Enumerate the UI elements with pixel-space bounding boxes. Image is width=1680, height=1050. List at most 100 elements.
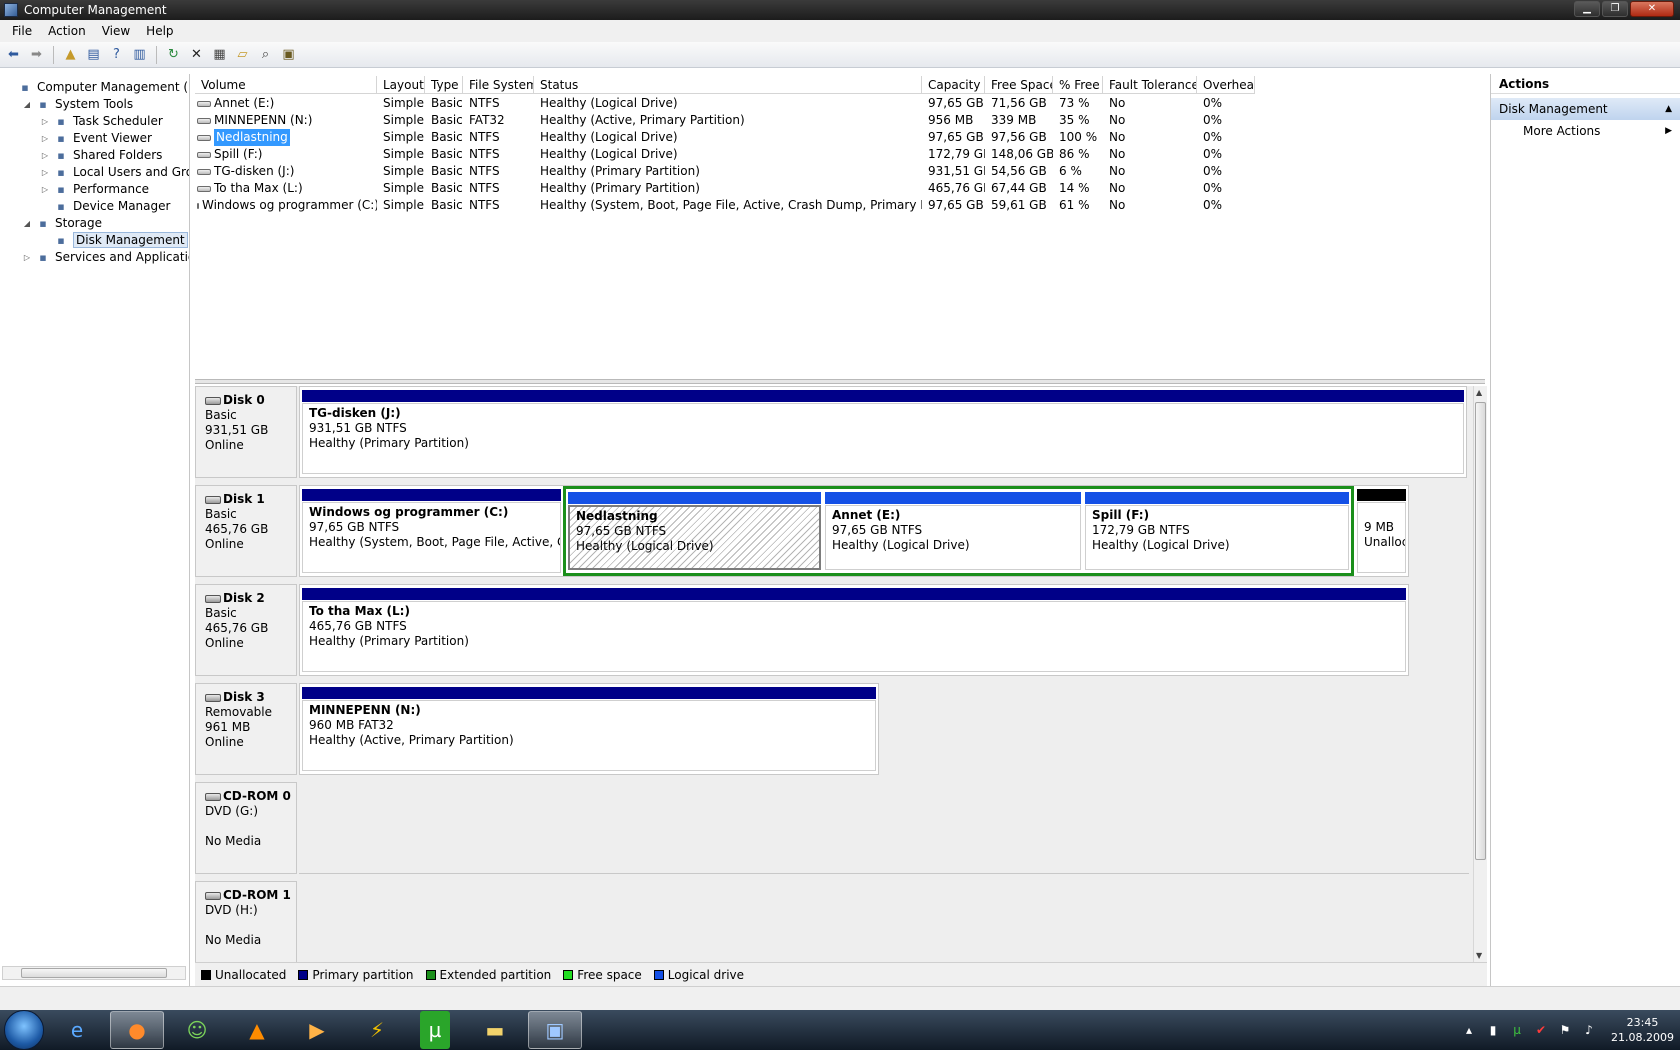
tree-item-system-tools[interactable]: ◢ ▪ System Tools xyxy=(22,95,133,113)
expand-arrow-icon[interactable]: ▷ xyxy=(40,185,50,194)
partition-spill[interactable]: Spill (F:) 172,79 GB NTFS Healthy (Logic… xyxy=(1083,489,1351,573)
tree-item-performance[interactable]: ▷ ▪ Performance xyxy=(40,180,149,198)
refresh-icon[interactable]: ↻ xyxy=(164,45,183,64)
winamp-icon[interactable]: ⚡ xyxy=(350,1011,404,1049)
table-row[interactable]: To tha Max (L:) Simple Basic NTFS Healthy (P… xyxy=(195,180,1255,197)
tree-item-event-viewer[interactable]: ▷ ▪ Event Viewer xyxy=(40,129,152,147)
scrollbar-thumb[interactable] xyxy=(1475,402,1486,860)
firefox-icon[interactable]: ● xyxy=(110,1011,164,1049)
vlc-icon[interactable]: ▲ xyxy=(230,1011,284,1049)
close-button[interactable]: ✕ xyxy=(1630,1,1674,17)
expand-arrow-icon[interactable]: ◢ xyxy=(22,100,32,109)
expand-arrow-icon[interactable]: ▷ xyxy=(40,168,50,177)
menu-action[interactable]: Action xyxy=(40,24,94,38)
open-folder-icon[interactable]: ▱ xyxy=(233,45,252,64)
pane-splitter[interactable] xyxy=(195,379,1485,384)
show-hide-tree-icon[interactable]: ▤ xyxy=(84,45,103,64)
expand-arrow-icon[interactable]: ▷ xyxy=(40,117,50,126)
expand-arrow-icon[interactable]: ▷ xyxy=(40,134,50,143)
partition-to-tha-max[interactable]: To tha Max (L:) 465,76 GB NTFS Healthy (… xyxy=(300,585,1408,675)
maximize-button[interactable]: ❐ xyxy=(1602,1,1628,17)
up-folder-icon[interactable]: ▲ xyxy=(61,45,80,64)
column-header-capacity[interactable]: Capacity xyxy=(922,76,985,93)
tree-item-shared-folders[interactable]: ▷ ▪ Shared Folders xyxy=(40,146,162,164)
collapse-arrow-icon[interactable]: ▲ xyxy=(1665,98,1672,120)
disk-1-label[interactable]: Disk 1 Basic 465,76 GB Online xyxy=(195,485,297,577)
table-row[interactable]: MINNEPENN (N:) Simple Basic FAT32 Healthy (A… xyxy=(195,112,1255,129)
forward-arrow-icon[interactable]: ➡ xyxy=(27,45,46,64)
tree-item-task-scheduler[interactable]: ▷ ▪ Task Scheduler xyxy=(40,112,163,130)
signal-icon[interactable]: ▮ xyxy=(1485,1022,1501,1038)
column-header-overhead[interactable]: Overhead xyxy=(1197,76,1255,93)
cell-file-system: NTFS xyxy=(469,181,500,195)
partition-tg-disken[interactable]: TG-disken (J:) 931,51 GB NTFS Healthy (P… xyxy=(300,387,1466,477)
tree-item-services-and-applications[interactable]: ▷ ▪ Services and Applications xyxy=(22,248,189,266)
clock[interactable]: 23:45 21.08.2009 xyxy=(1611,1015,1674,1045)
partition-nedlastning[interactable]: Nedlastning 97,65 GB NTFS Healthy (Logic… xyxy=(566,489,823,573)
media-player-icon[interactable]: ▶ xyxy=(290,1011,344,1049)
action-center-flag-icon[interactable]: ⚑ xyxy=(1557,1022,1573,1038)
utorrent-tray-icon[interactable]: µ xyxy=(1509,1022,1525,1038)
show-hide-action-pane-icon[interactable]: ▥ xyxy=(130,45,149,64)
table-row[interactable]: Nedlastning Simple Basic NTFS Healthy (Logic… xyxy=(195,129,1255,146)
logical-drive-bar xyxy=(568,492,821,504)
computer-management-taskbar-icon[interactable]: ▣ xyxy=(528,1011,582,1049)
actions-section-disk-management[interactable]: Disk Management ▲ xyxy=(1491,98,1680,120)
back-arrow-icon[interactable]: ⬅ xyxy=(4,45,23,64)
menu-view[interactable]: View xyxy=(94,24,138,38)
scroll-down-arrow-icon[interactable]: ▼ xyxy=(1476,951,1482,960)
volume-list: Volume Layout Type File System Status Capacit… xyxy=(195,74,1485,379)
cdrom-0-label[interactable]: CD-ROM 0 DVD (G:) No Media xyxy=(195,782,297,874)
disk-0-label[interactable]: Disk 0 Basic 931,51 GB Online xyxy=(195,386,297,478)
table-row[interactable]: Annet (E:) Simple Basic NTFS Healthy (Logica… xyxy=(195,95,1255,112)
expand-arrow-icon[interactable]: ▷ xyxy=(22,253,32,262)
messenger-icon[interactable]: ☺ xyxy=(170,1011,224,1049)
partition-minnepenn[interactable]: MINNEPENN (N:) 960 MB FAT32 Healthy (Act… xyxy=(300,684,878,774)
start-button[interactable] xyxy=(4,1010,44,1050)
table-row[interactable]: Windows og programmer (C:) Simple Basic NTF… xyxy=(195,197,1255,214)
volume-icon[interactable]: ♪ xyxy=(1581,1022,1597,1038)
expand-arrow-icon[interactable]: ◢ xyxy=(22,219,32,228)
menu-file[interactable]: File xyxy=(4,24,40,38)
delete-icon[interactable]: ✕ xyxy=(187,45,206,64)
column-header-volume[interactable]: Volume xyxy=(195,76,377,93)
expand-arrow-icon[interactable]: ▷ xyxy=(40,151,50,160)
more-actions-item[interactable]: More Actions ▶ xyxy=(1491,120,1680,142)
settings-icon[interactable]: ▣ xyxy=(279,45,298,64)
scrollbar-thumb[interactable] xyxy=(21,968,167,978)
menu-help[interactable]: Help xyxy=(138,24,181,38)
tree-item-storage[interactable]: ◢ ▪ Storage xyxy=(22,214,102,232)
column-header-fault-tolerance[interactable]: Fault Tolerance xyxy=(1103,76,1197,93)
unallocated-space[interactable]: 9 MB Unalloc xyxy=(1355,486,1408,576)
table-row[interactable]: Spill (F:) Simple Basic NTFS Healthy (Logica… xyxy=(195,146,1255,163)
partition-windows-og-programmer[interactable]: Windows og programmer (C:) 97,65 GB NTFS… xyxy=(300,486,563,576)
minimize-button[interactable]: ▁ xyxy=(1574,1,1600,17)
cdrom-1-label[interactable]: CD-ROM 1 DVD (H:) No Media xyxy=(195,881,297,962)
column-header-layout[interactable]: Layout xyxy=(377,76,425,93)
disk-2-label[interactable]: Disk 2 Basic 465,76 GB Online xyxy=(195,584,297,676)
column-header--free[interactable]: % Free xyxy=(1053,76,1103,93)
tree-item-computer-management-local[interactable]: ▪ Computer Management (Local xyxy=(4,78,189,96)
explorer-folder-icon[interactable]: ▬ xyxy=(468,1011,522,1049)
scroll-up-arrow-icon[interactable]: ▲ xyxy=(1476,388,1482,397)
antivirus-icon[interactable]: ✔ xyxy=(1533,1022,1549,1038)
column-header-type[interactable]: Type xyxy=(425,76,463,93)
volume-name: Spill (F:) xyxy=(214,147,263,161)
show-hidden-icons-arrow-icon[interactable]: ▴ xyxy=(1461,1022,1477,1038)
disk-view-vertical-scrollbar[interactable]: ▲ ▼ xyxy=(1473,386,1487,962)
tree-horizontal-scrollbar[interactable] xyxy=(2,966,186,980)
search-icon[interactable]: ⌕ xyxy=(256,45,275,64)
tree-item-local-users-and-groups[interactable]: ▷ ▪ Local Users and Groups xyxy=(40,163,189,181)
disk-3-label[interactable]: Disk 3 Removable 961 MB Online xyxy=(195,683,297,775)
help-icon[interactable]: ? xyxy=(107,45,126,64)
column-header-file-system[interactable]: File System xyxy=(463,76,534,93)
table-row[interactable]: TG-disken (J:) Simple Basic NTFS Healthy (Pr… xyxy=(195,163,1255,180)
properties-icon[interactable]: ▦ xyxy=(210,45,229,64)
internet-explorer-icon[interactable]: e xyxy=(50,1011,104,1049)
tree-item-disk-management[interactable]: ▪ Disk Management xyxy=(40,231,188,249)
column-header-status[interactable]: Status xyxy=(534,76,922,93)
column-header-free-space[interactable]: Free Space xyxy=(985,76,1053,93)
utorrent-icon[interactable]: µ xyxy=(420,1011,450,1049)
tree-item-device-manager[interactable]: ▪ Device Manager xyxy=(40,197,170,215)
partition-annet[interactable]: Annet (E:) 97,65 GB NTFS Healthy (Logica… xyxy=(823,489,1083,573)
